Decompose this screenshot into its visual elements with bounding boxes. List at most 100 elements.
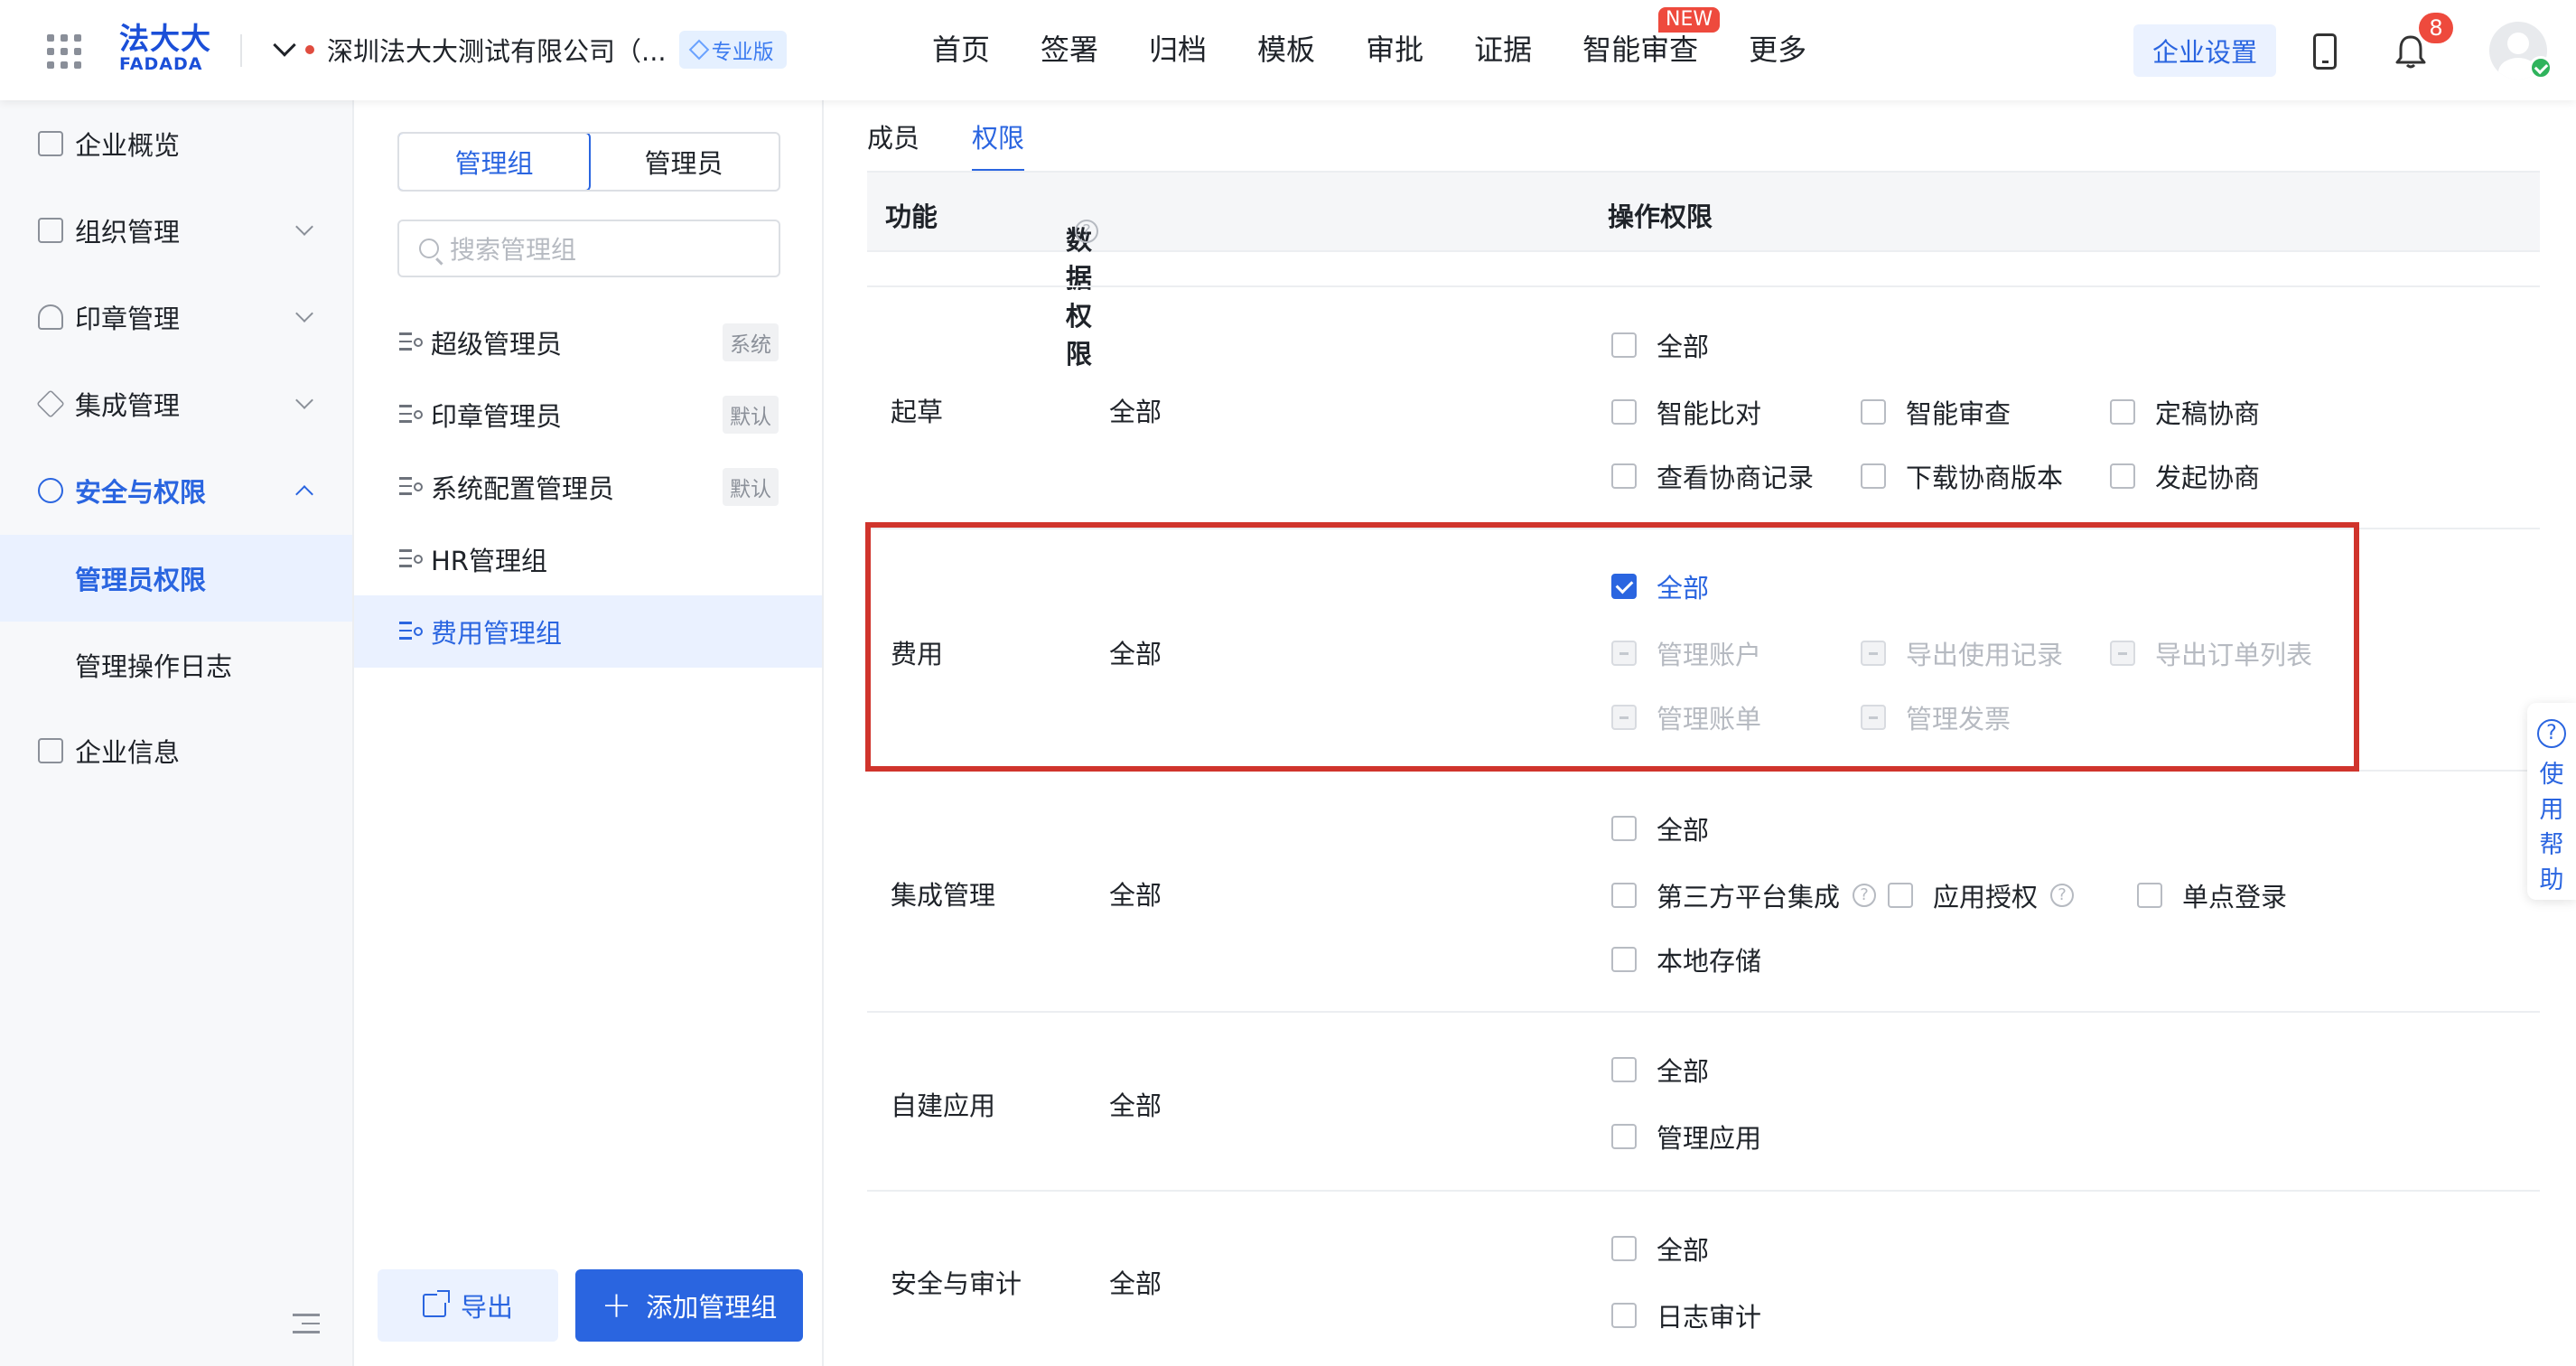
- company-switcher[interactable]: 深圳法大大测试有限公司（... 专业版: [273, 29, 787, 70]
- export-button[interactable]: 导出: [378, 1269, 558, 1342]
- search-icon: [419, 239, 439, 258]
- sidebar-item-admin-log[interactable]: 管理操作日志: [0, 622, 352, 708]
- sidebar-item-overview[interactable]: 企业概览: [0, 100, 352, 187]
- chevron-up-icon: [295, 485, 313, 503]
- checkbox-integration-all[interactable]: 全部: [1611, 809, 1709, 847]
- checkbox-smart-review[interactable]: 智能审查: [1861, 393, 2011, 431]
- enterprise-settings-button[interactable]: 企业设置: [2133, 24, 2276, 77]
- checkbox-final-negotiation[interactable]: 定稿协商: [2110, 393, 2260, 431]
- sidebar-item-integration[interactable]: 集成管理: [0, 360, 352, 447]
- chevron-down-icon: [295, 391, 313, 409]
- nav-approval[interactable]: 审批: [1366, 27, 1423, 72]
- chevron-down-icon: [295, 304, 313, 323]
- nav-more[interactable]: 更多: [1749, 27, 1806, 72]
- segment-admins[interactable]: 管理员: [589, 134, 779, 190]
- nav-archive[interactable]: 归档: [1149, 27, 1207, 72]
- group-tag: 默认: [723, 396, 779, 434]
- row-func: 自建应用: [891, 1090, 996, 1121]
- group-icon: [399, 477, 423, 497]
- row-divider: [867, 1011, 2540, 1013]
- layers-icon: [36, 389, 65, 418]
- sidebar-item-security[interactable]: 安全与权限: [0, 447, 352, 534]
- question-icon: ?: [2537, 719, 2566, 748]
- col-op-perm: 操作权限: [1608, 201, 1713, 232]
- tab-permissions[interactable]: 权限: [972, 120, 1025, 173]
- row-divider: [867, 1190, 2540, 1192]
- row-data-perm: 全部: [1109, 1268, 1162, 1299]
- diamond-icon: [688, 39, 709, 61]
- mobile-icon[interactable]: [2313, 33, 2337, 70]
- top-bar: 法大大 FADADA 深圳法大大测试有限公司（... 专业版 首页 签署 归档 …: [0, 0, 2576, 100]
- checkbox-local-storage[interactable]: 本地存储: [1611, 940, 1761, 978]
- help-float-button[interactable]: ? 使 用 帮 助: [2527, 703, 2576, 900]
- notification-badge: 8: [2419, 13, 2453, 43]
- checkbox-download-version[interactable]: 下载协商版本: [1861, 457, 2063, 495]
- logo[interactable]: 法大大 FADADA: [119, 23, 211, 75]
- checkbox-app-all[interactable]: 全部: [1611, 1051, 1709, 1089]
- group-item-selected[interactable]: 费用管理组: [354, 595, 822, 668]
- org-icon: [38, 218, 63, 243]
- group-icon: [399, 622, 423, 641]
- group-icon: [399, 405, 423, 425]
- checkbox-smart-compare[interactable]: 智能比对: [1611, 393, 1761, 431]
- status-dot: [305, 45, 314, 54]
- tabs: 成员 权限: [867, 120, 1025, 173]
- security-icon: [38, 478, 63, 503]
- sidebar-item-admin-permissions[interactable]: 管理员权限: [0, 535, 352, 622]
- checkbox-sso[interactable]: 单点登录: [2137, 876, 2287, 914]
- checkbox-audit-all[interactable]: 全部: [1611, 1230, 1709, 1268]
- group-item[interactable]: 超级管理员 系统: [354, 306, 822, 379]
- row-divider: [867, 285, 2540, 287]
- help-icon[interactable]: ?: [1075, 220, 1098, 243]
- nav-home[interactable]: 首页: [932, 27, 990, 72]
- bell-icon[interactable]: [2395, 34, 2426, 69]
- divider: [240, 34, 242, 67]
- group-tag: 默认: [723, 468, 779, 506]
- chevron-down-icon: [295, 218, 313, 236]
- group-icon: [399, 332, 423, 352]
- row-func: 起草: [891, 397, 944, 427]
- checkbox-third-party[interactable]: 第三方平台集成?: [1611, 876, 1877, 914]
- row-func: 集成管理: [891, 880, 996, 911]
- group-panel: 管理组 管理员 搜索管理组 超级管理员 系统 印章管理员 默认 系统配置管理员 …: [354, 100, 824, 1366]
- sidebar-item-seal[interactable]: 印章管理: [0, 274, 352, 360]
- group-item[interactable]: 系统配置管理员 默认: [354, 451, 822, 523]
- nav-smart-review[interactable]: 智能审查 NEW: [1582, 7, 1721, 72]
- nav-sign[interactable]: 签署: [1041, 27, 1098, 72]
- checkbox-view-negotiation[interactable]: 查看协商记录: [1611, 457, 1814, 495]
- app-grid-icon[interactable]: [47, 34, 81, 69]
- nav-evidence[interactable]: 证据: [1474, 27, 1532, 72]
- help-icon: ?: [2050, 884, 2075, 907]
- group-item[interactable]: 印章管理员 默认: [354, 379, 822, 451]
- checkbox-log-audit[interactable]: 日志审计: [1611, 1296, 1761, 1334]
- plus-icon: +: [601, 1285, 632, 1326]
- table-header: 功能 数据权限? 操作权限: [867, 173, 2540, 370]
- search-input[interactable]: 搜索管理组: [397, 220, 780, 277]
- sidebar-item-enterprise-info[interactable]: 企业信息: [0, 707, 352, 794]
- group-item[interactable]: HR管理组: [354, 523, 822, 595]
- group-icon: [399, 549, 423, 569]
- checkbox-app-auth[interactable]: 应用授权?: [1888, 876, 2075, 914]
- group-tag: 系统: [723, 323, 779, 361]
- highlight-box: [865, 522, 2359, 772]
- sidebar: 企业概览 组织管理 印章管理 集成管理 安全与权限 管理员权限 管理操作日志 企…: [0, 100, 354, 1366]
- chevron-down-icon: [273, 33, 296, 57]
- row-func: 安全与审计: [891, 1268, 1022, 1299]
- sidebar-item-org[interactable]: 组织管理: [0, 187, 352, 274]
- checkbox-start-negotiation[interactable]: 发起协商: [2110, 457, 2260, 495]
- overview-icon: [38, 131, 63, 156]
- help-icon: ?: [1853, 884, 1877, 907]
- search-placeholder: 搜索管理组: [450, 235, 577, 265]
- col-func: 功能: [885, 201, 938, 232]
- nav-template[interactable]: 模板: [1257, 27, 1315, 72]
- collapse-sidebar-icon[interactable]: [293, 1314, 320, 1335]
- tab-members[interactable]: 成员: [867, 120, 919, 173]
- row-data-perm: 全部: [1109, 1090, 1162, 1121]
- main-nav: 首页 签署 归档 模板 审批 证据 智能审查 NEW 更多: [932, 7, 1806, 72]
- checkbox-draft-all[interactable]: 全部: [1611, 326, 1709, 364]
- seal-icon: [38, 304, 63, 330]
- row-data-perm: 全部: [1109, 880, 1162, 911]
- segment-groups[interactable]: 管理组: [399, 134, 591, 190]
- add-group-button[interactable]: + 添加管理组: [575, 1269, 803, 1342]
- checkbox-manage-apps[interactable]: 管理应用: [1611, 1118, 1761, 1155]
